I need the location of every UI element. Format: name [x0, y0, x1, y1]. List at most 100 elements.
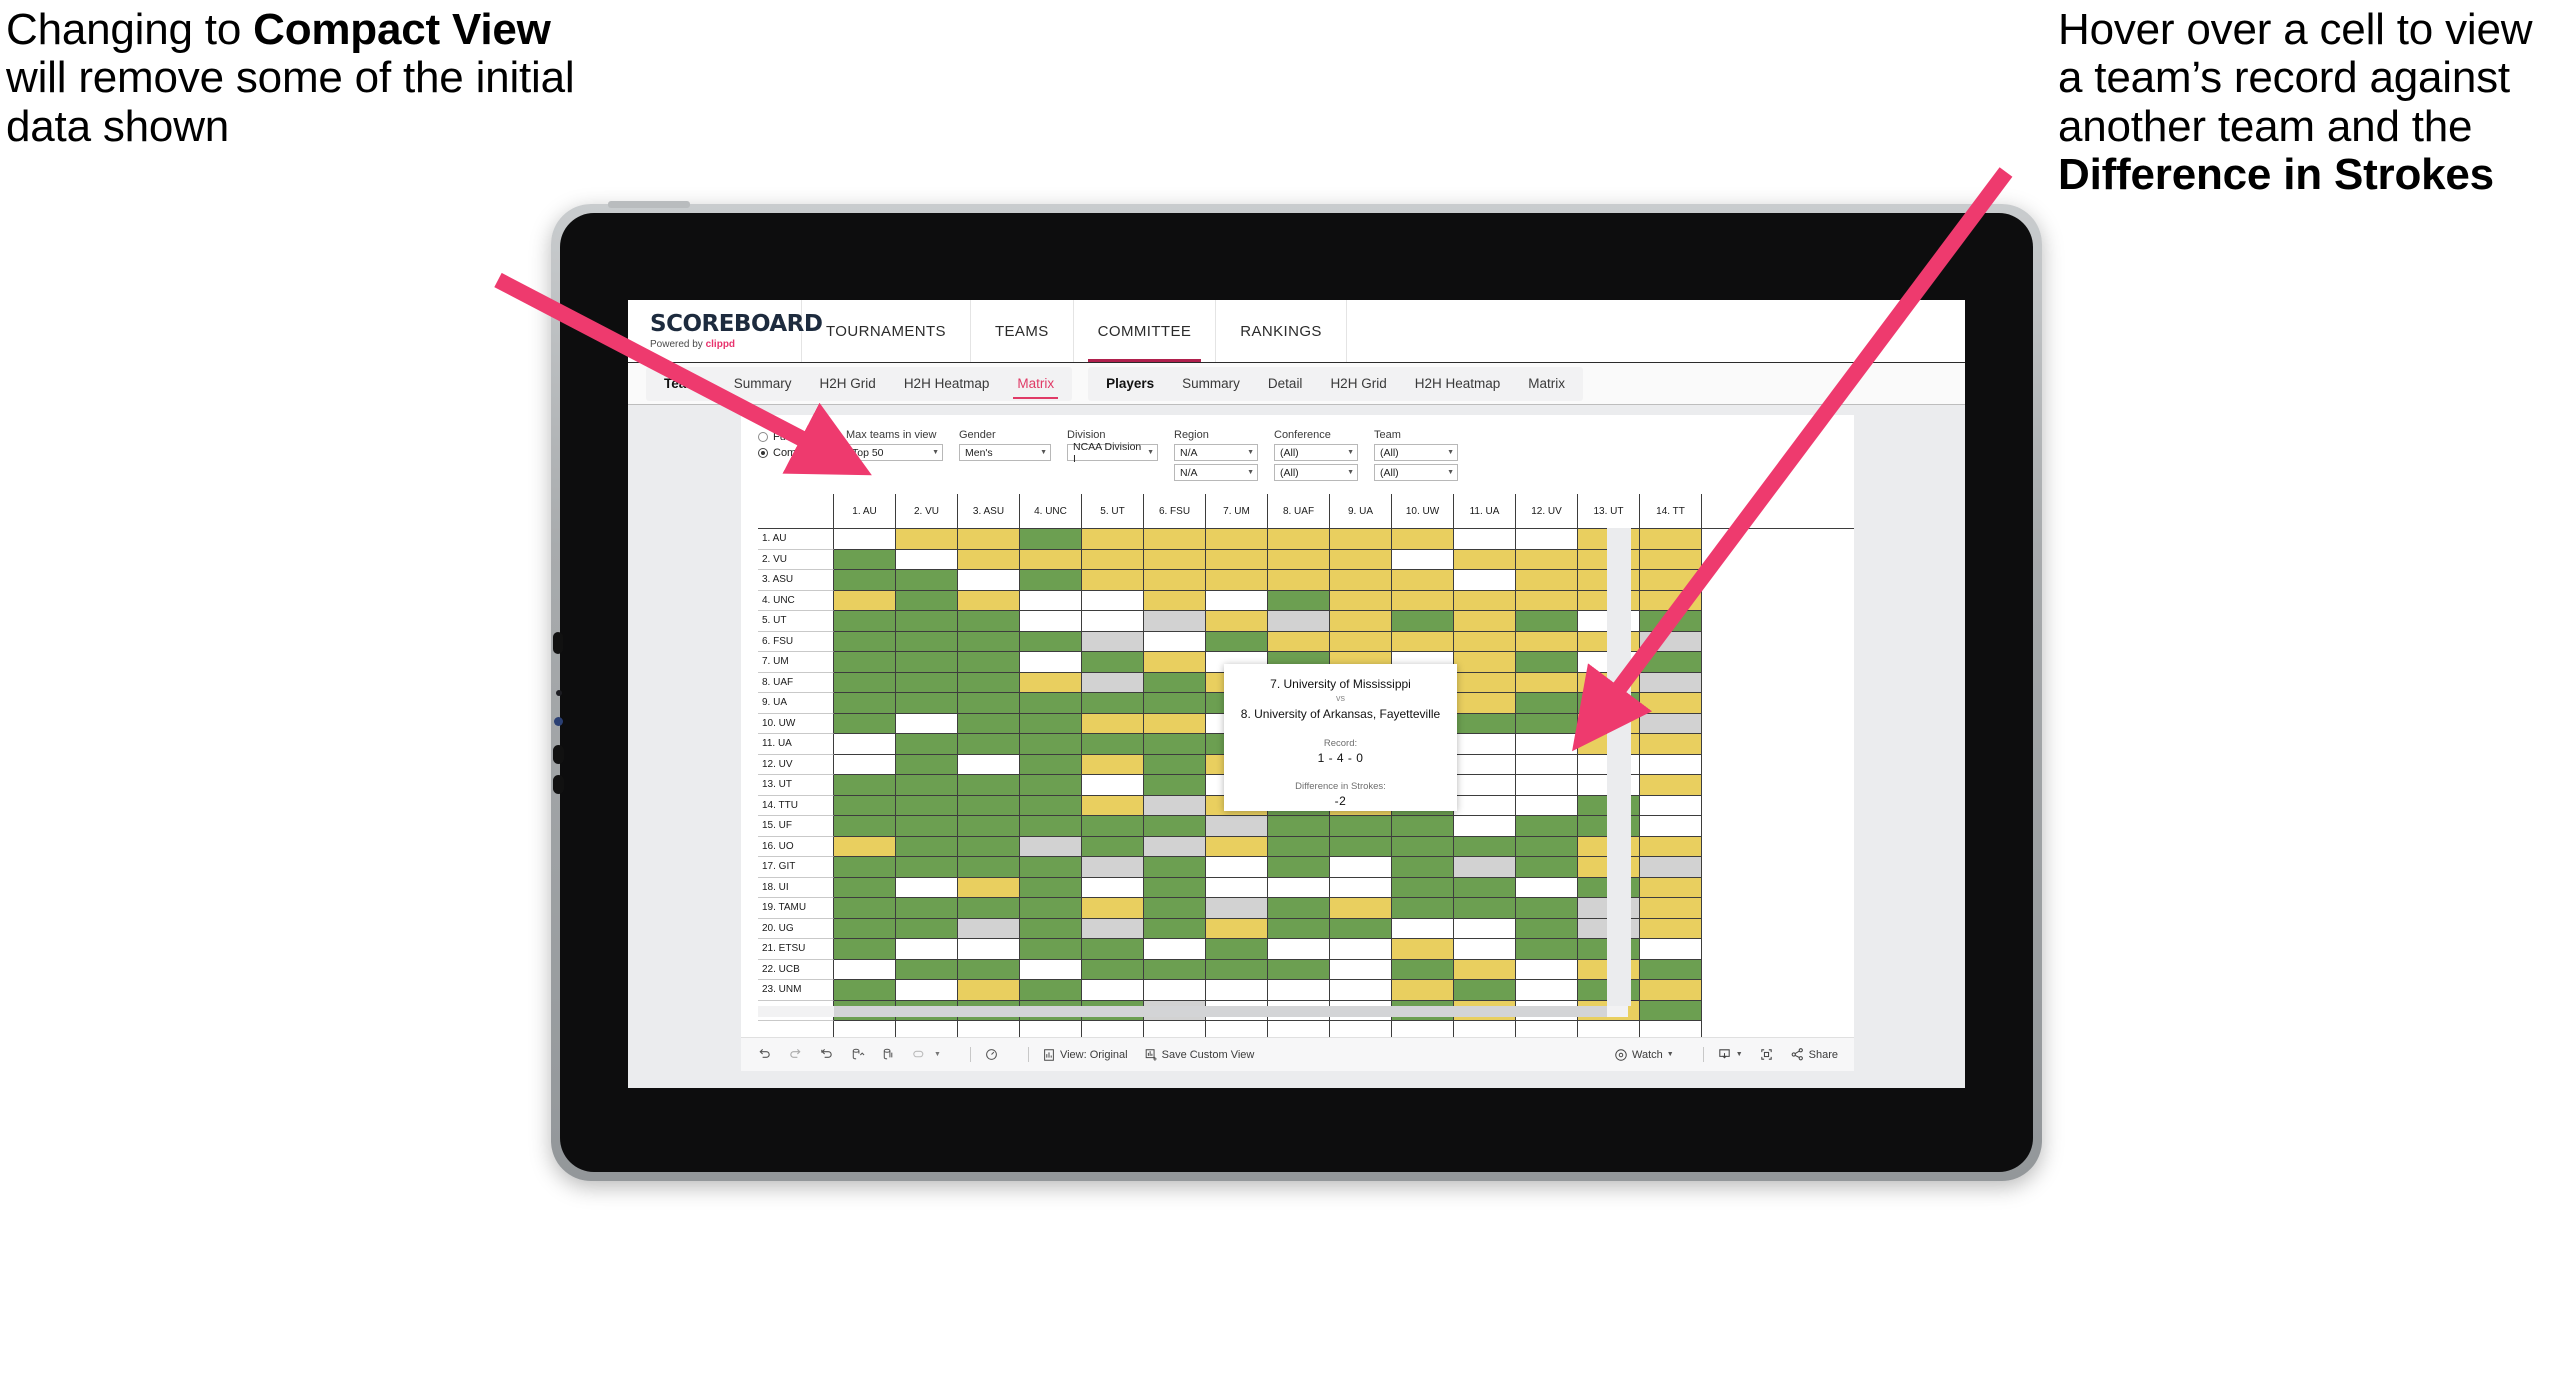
matrix-cell[interactable] [958, 570, 1020, 591]
matrix-cell[interactable] [1454, 693, 1516, 714]
matrix-cell[interactable] [1454, 734, 1516, 755]
subnav-teams-matrix[interactable]: Matrix [1003, 367, 1068, 401]
fullscreen-icon[interactable] [1759, 1047, 1774, 1062]
matrix-cell[interactable] [1144, 713, 1206, 734]
matrix-cell[interactable] [1144, 775, 1206, 796]
matrix-cell[interactable] [1330, 549, 1392, 570]
matrix-cell[interactable] [1144, 549, 1206, 570]
matrix-cell[interactable] [896, 836, 958, 857]
matrix-cell[interactable] [896, 734, 958, 755]
matrix-cell[interactable] [1082, 918, 1144, 939]
matrix-cell[interactable] [1082, 570, 1144, 591]
matrix-cell[interactable] [1020, 590, 1082, 611]
subnav-players-summary[interactable]: Summary [1168, 367, 1254, 401]
matrix-cell[interactable] [958, 857, 1020, 878]
share-button[interactable]: Share [1790, 1047, 1838, 1062]
matrix-cell[interactable] [1392, 816, 1454, 837]
matrix-cell[interactable] [896, 611, 958, 632]
matrix-cell[interactable] [834, 734, 896, 755]
matrix-cell[interactable] [1144, 693, 1206, 714]
matrix-cell[interactable] [1640, 754, 1702, 775]
matrix-cell[interactable] [1144, 836, 1206, 857]
matrix-cell[interactable] [1268, 570, 1330, 591]
matrix-cell[interactable] [1268, 980, 1330, 1001]
matrix-cell[interactable] [1454, 529, 1516, 550]
matrix-cell[interactable] [1020, 549, 1082, 570]
matrix-cell[interactable] [1454, 877, 1516, 898]
matrix-cell[interactable] [958, 877, 1020, 898]
matrix-cell[interactable] [1206, 570, 1268, 591]
matrix-cell[interactable] [896, 672, 958, 693]
matrix-cell[interactable] [1082, 836, 1144, 857]
matrix-cell[interactable] [1454, 672, 1516, 693]
matrix-cell[interactable] [958, 939, 1020, 960]
matrix-cell[interactable] [896, 918, 958, 939]
matrix-cell[interactable] [1640, 713, 1702, 734]
filter-region-select-2[interactable]: N/A ▼ [1174, 464, 1258, 481]
matrix-cell[interactable] [958, 529, 1020, 550]
matrix-cell[interactable] [896, 590, 958, 611]
matrix-cell[interactable] [1330, 590, 1392, 611]
matrix-cell[interactable] [1082, 713, 1144, 734]
matrix-cell[interactable] [1082, 857, 1144, 878]
view-original-button[interactable]: View: Original [1042, 1048, 1128, 1062]
matrix-cell[interactable] [1640, 836, 1702, 857]
matrix-cell[interactable] [1330, 918, 1392, 939]
matrix-cell[interactable] [958, 836, 1020, 857]
matrix-cell[interactable] [1020, 734, 1082, 755]
matrix-cell[interactable] [1330, 857, 1392, 878]
matrix-cell[interactable] [896, 959, 958, 980]
tablet-button-power[interactable] [553, 632, 563, 654]
filter-team-select-1[interactable]: (All) ▼ [1374, 444, 1458, 461]
matrix-cell[interactable] [1082, 672, 1144, 693]
matrix-cell[interactable] [1516, 754, 1578, 775]
matrix-cell[interactable] [1640, 590, 1702, 611]
matrix-cell[interactable] [1516, 795, 1578, 816]
watch-button[interactable]: Watch ▼ [1614, 1048, 1674, 1062]
matrix-cell[interactable] [1392, 918, 1454, 939]
radio-full-view[interactable]: Full View [758, 431, 846, 443]
matrix-cell[interactable] [1516, 713, 1578, 734]
matrix-cell[interactable] [1392, 836, 1454, 857]
tablet-button-volume-down[interactable] [553, 775, 564, 794]
matrix-cell[interactable] [896, 693, 958, 714]
undo-icon[interactable] [757, 1047, 772, 1062]
matrix-cell[interactable] [1082, 795, 1144, 816]
subnav-players-h2h-heatmap[interactable]: H2H Heatmap [1401, 367, 1515, 401]
matrix-cell[interactable] [1082, 898, 1144, 919]
matrix-cell[interactable] [1454, 980, 1516, 1001]
matrix-cell[interactable] [1516, 590, 1578, 611]
matrix-cell[interactable] [896, 980, 958, 1001]
redo-icon[interactable] [788, 1047, 803, 1062]
filter-conference-select-2[interactable]: (All) ▼ [1274, 464, 1358, 481]
matrix-cell[interactable] [834, 652, 896, 673]
matrix-cell[interactable] [1640, 959, 1702, 980]
tablet-button-volume-up[interactable] [553, 745, 564, 764]
matrix-cell[interactable] [1516, 877, 1578, 898]
matrix-cell[interactable] [1640, 918, 1702, 939]
matrix-cell[interactable] [1082, 877, 1144, 898]
matrix-cell[interactable] [1330, 529, 1392, 550]
matrix-cell[interactable] [1516, 734, 1578, 755]
matrix-cell[interactable] [1640, 939, 1702, 960]
subnav-players-h2h-grid[interactable]: H2H Grid [1316, 367, 1400, 401]
matrix-cell[interactable] [834, 713, 896, 734]
matrix-cell[interactable] [958, 611, 1020, 632]
matrix-cell[interactable] [1268, 898, 1330, 919]
matrix-cell[interactable] [1516, 857, 1578, 878]
matrix-cell[interactable] [1020, 570, 1082, 591]
save-custom-view-button[interactable]: Save Custom View [1144, 1048, 1254, 1062]
matrix-cell[interactable] [1454, 549, 1516, 570]
matrix-cell[interactable] [1640, 816, 1702, 837]
matrix-cell[interactable] [958, 775, 1020, 796]
matrix-cell[interactable] [1144, 877, 1206, 898]
matrix-cell[interactable] [896, 816, 958, 837]
matrix-cell[interactable] [896, 549, 958, 570]
matrix-cell[interactable] [896, 570, 958, 591]
matrix-cell[interactable] [834, 529, 896, 550]
matrix-cell[interactable] [1020, 877, 1082, 898]
matrix-cell[interactable] [1206, 549, 1268, 570]
nav-rankings[interactable]: RANKINGS [1216, 300, 1347, 362]
matrix-cell[interactable] [834, 693, 896, 714]
matrix-cell[interactable] [1454, 836, 1516, 857]
